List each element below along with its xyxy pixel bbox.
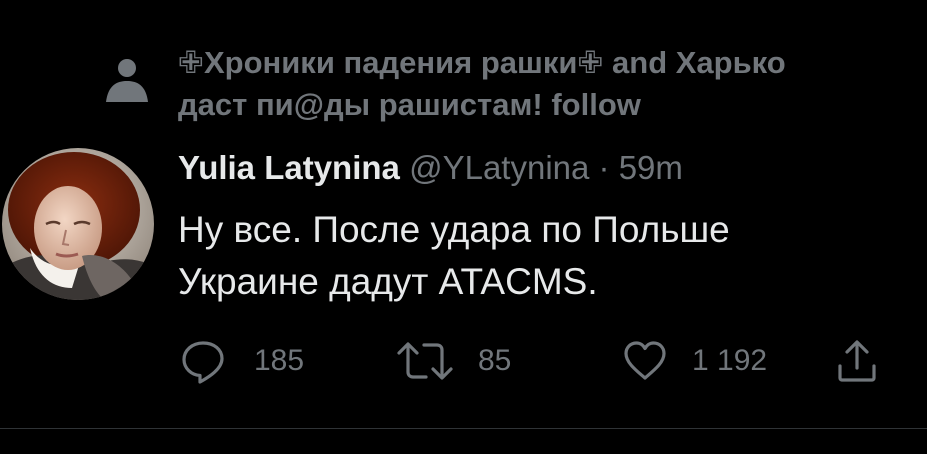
tweet-header: Yulia Latynina @YLatynina · 59m xyxy=(178,145,683,191)
reply-icon xyxy=(182,341,224,384)
tweet-text-line-2: Украине дадут ATACMS. xyxy=(178,261,598,302)
tweet-text-line-1: Ну все. После удара по Польше xyxy=(178,209,730,250)
separator-dot: · xyxy=(598,149,610,186)
retweet-count: 85 xyxy=(478,344,512,377)
social-context-line-1: ✙Хроники падения рашки✙ and Харько xyxy=(178,45,786,80)
avatar[interactable] xyxy=(2,148,154,300)
social-context-text[interactable]: ✙Хроники падения рашки✙ and Харько даст … xyxy=(178,42,927,126)
person-icon xyxy=(106,59,148,102)
author-handle[interactable]: @YLatynina xyxy=(409,149,589,186)
timestamp[interactable]: 59m xyxy=(619,149,683,186)
share-button[interactable] xyxy=(836,336,878,386)
social-context[interactable]: ✙Хроники падения рашки✙ and Харько даст … xyxy=(104,38,927,128)
social-context-line-2: даст пи@ды рашистам! follow xyxy=(178,87,641,122)
tweet[interactable]: ✙Хроники падения рашки✙ and Харько даст … xyxy=(0,0,927,454)
divider xyxy=(0,428,927,429)
action-bar: 185 85 1 192 xyxy=(180,336,900,386)
author-name[interactable]: Yulia Latynina xyxy=(178,149,400,186)
like-button[interactable]: 1 192 xyxy=(622,336,767,386)
heart-icon xyxy=(624,341,666,380)
retweet-icon xyxy=(397,342,453,380)
share-icon xyxy=(838,340,876,382)
like-count: 1 192 xyxy=(692,344,768,377)
avatar-image xyxy=(2,148,154,300)
reply-button[interactable]: 185 xyxy=(180,336,304,386)
tweet-text: Ну все. После удара по Польше Украине да… xyxy=(178,204,898,308)
retweet-button[interactable]: 85 xyxy=(396,336,511,386)
reply-count: 185 xyxy=(254,344,305,377)
